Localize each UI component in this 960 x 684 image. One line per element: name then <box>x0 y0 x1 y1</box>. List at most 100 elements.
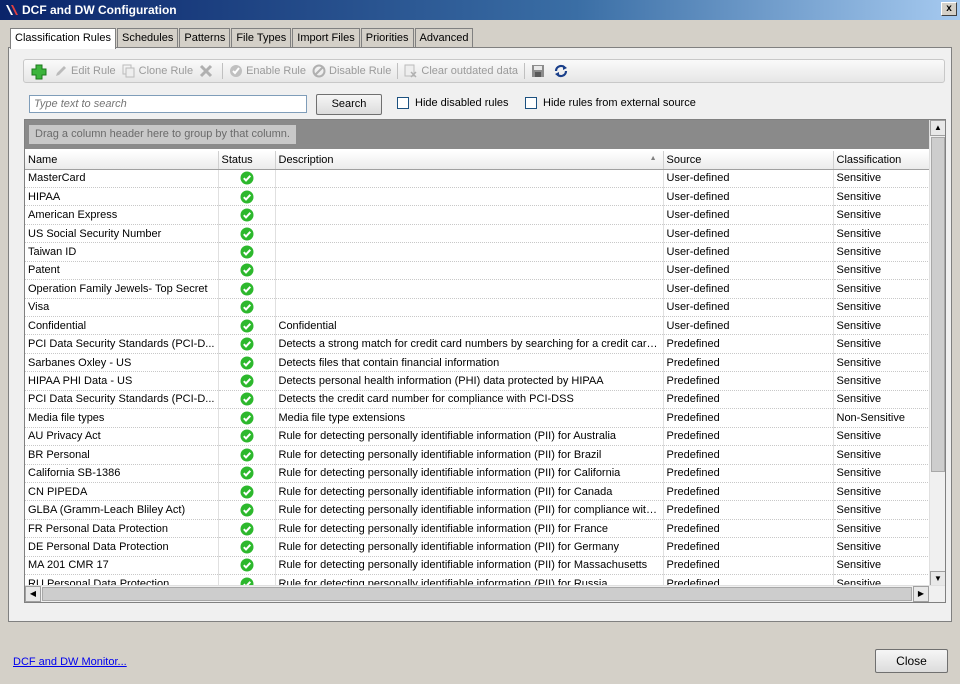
enabled-check-icon <box>240 190 254 204</box>
pencil-icon <box>54 64 68 78</box>
table-row[interactable]: BR Personal Rule for detecting personally… <box>25 445 931 465</box>
table-row[interactable]: DE Personal Data Protection Rule for dete… <box>25 537 931 557</box>
table-row[interactable]: GLBA (Gramm-Leach Bliley Act) Rule for de… <box>25 500 931 520</box>
table-row[interactable]: US Social Security Number User-defined Sen… <box>25 224 931 244</box>
table-row[interactable]: PCI Data Security Standards (PCI-D... Det… <box>25 390 931 410</box>
rule-name-cell: Patent <box>25 261 219 281</box>
rule-status-cell <box>218 279 276 299</box>
disable-rule-button[interactable]: Disable Rule <box>309 61 394 81</box>
rule-source-cell: Predefined <box>663 371 834 391</box>
table-row[interactable]: American Express User-defined Sensitive <box>25 205 931 225</box>
rule-classification-cell: Sensitive <box>833 445 931 465</box>
tab-advanced[interactable]: Advanced <box>414 28 474 48</box>
refresh-button[interactable] <box>551 61 574 81</box>
enabled-check-icon <box>240 540 254 554</box>
hide-disabled-rules-checkbox[interactable]: Hide disabled rules <box>397 97 509 109</box>
rule-classification-cell: Sensitive <box>833 298 931 318</box>
table-row[interactable]: Taiwan ID User-defined Sensitive <box>25 242 931 262</box>
rule-source-cell: Predefined <box>663 482 834 502</box>
tab-import-files[interactable]: Import Files <box>292 28 360 48</box>
table-row[interactable]: PCI Data Security Standards (PCI-D... Det… <box>25 334 931 354</box>
scroll-left-icon[interactable]: ◀ <box>25 586 41 602</box>
clone-rule-button[interactable]: Clone Rule <box>119 61 196 81</box>
tab-classification-rules[interactable]: Classification Rules <box>10 28 116 49</box>
rule-classification-cell: Sensitive <box>833 279 931 299</box>
table-row[interactable]: Visa User-defined Sensitive <box>25 298 931 318</box>
delete-rule-button[interactable] <box>196 61 219 81</box>
enabled-check-icon <box>240 356 254 370</box>
clear-outdated-data-button[interactable]: Clear outdated data <box>401 61 521 81</box>
table-row[interactable]: Operation Family Jewels- Top Secret User-… <box>25 279 931 299</box>
rule-description-cell: Media file type extensions <box>275 408 664 428</box>
group-by-area[interactable]: Drag a column header here to group by th… <box>25 120 930 149</box>
clear-data-icon <box>404 64 418 78</box>
rule-classification-cell: Sensitive <box>833 334 931 354</box>
clone-rule-label: Clone Rule <box>138 65 194 77</box>
rule-classification-cell: Sensitive <box>833 224 931 244</box>
table-row[interactable]: MA 201 CMR 17 Rule for detecting personal… <box>25 556 931 576</box>
table-row[interactable]: Confidential Confidential User-defined Sens… <box>25 316 931 336</box>
rule-description-cell <box>275 242 664 262</box>
rule-status-cell <box>218 445 276 465</box>
horizontal-scroll-thumb[interactable] <box>42 587 912 601</box>
vertical-scroll-thumb[interactable] <box>931 137 945 472</box>
table-row[interactable]: HIPAA User-defined Sensitive <box>25 187 931 207</box>
table-row[interactable]: Media file types Media file type extensio… <box>25 408 931 428</box>
column-header-description[interactable]: Description ▲ <box>275 151 664 170</box>
save-button[interactable] <box>528 61 551 81</box>
tab-strip: Classification Rules Schedules Patterns Fil… <box>10 28 474 49</box>
rule-name-cell: Confidential <box>25 316 219 336</box>
tab-file-types[interactable]: File Types <box>231 28 292 48</box>
hide-external-rules-checkbox[interactable]: Hide rules from external source <box>525 97 696 109</box>
table-row[interactable]: MasterCard User-defined Sensitive <box>25 169 931 188</box>
rule-source-cell: Predefined <box>663 464 834 483</box>
table-row[interactable]: Sarbanes Oxley - US Detects files that co… <box>25 353 931 373</box>
edit-rule-label: Edit Rule <box>71 65 116 77</box>
rule-status-cell <box>218 298 276 318</box>
dcf-dw-monitor-link[interactable]: DCF and DW Monitor... <box>13 656 127 668</box>
horizontal-scrollbar[interactable]: ◀ ▶ <box>25 585 945 602</box>
rule-name-cell: BR Personal <box>25 445 219 465</box>
scroll-up-icon[interactable]: ▲ <box>930 120 945 136</box>
rule-source-cell: User-defined <box>663 279 834 299</box>
table-row[interactable]: FR Personal Data Protection Rule for dete… <box>25 519 931 539</box>
column-header-status[interactable]: Status <box>218 151 276 170</box>
tab-patterns[interactable]: Patterns <box>179 28 231 48</box>
rule-source-cell: Predefined <box>663 556 834 576</box>
rule-source-cell: Predefined <box>663 353 834 373</box>
rule-classification-cell: Sensitive <box>833 353 931 373</box>
search-input[interactable] <box>29 95 307 113</box>
rule-name-cell: Taiwan ID <box>25 242 219 262</box>
rule-source-cell: User-defined <box>663 187 834 207</box>
table-row[interactable]: AU Privacy Act Rule for detecting persona… <box>25 427 931 447</box>
table-row[interactable]: CN PIPEDA Rule for detecting personally i… <box>25 482 931 502</box>
rule-description-cell: Rule for detecting personally identifiab… <box>275 427 664 447</box>
rule-classification-cell: Sensitive <box>833 205 931 225</box>
table-row[interactable]: Patent User-defined Sensitive <box>25 261 931 281</box>
column-header-name[interactable]: Name <box>25 151 219 170</box>
rule-name-cell: HIPAA PHI Data - US <box>25 371 219 391</box>
close-button[interactable]: Close <box>875 649 948 673</box>
rule-source-cell: Predefined <box>663 334 834 354</box>
enabled-check-icon <box>240 245 254 259</box>
search-button[interactable]: Search <box>316 94 382 115</box>
rules-table: Name Status Description ▲ Source Classifi… <box>25 151 931 594</box>
column-header-source[interactable]: Source <box>663 151 834 170</box>
vertical-scrollbar[interactable]: ▲ ▼ <box>929 120 945 587</box>
enabled-check-icon <box>240 227 254 241</box>
add-rule-button[interactable] <box>28 61 51 81</box>
enabled-check-icon <box>240 282 254 296</box>
column-header-classification[interactable]: Classification <box>833 151 931 170</box>
tab-schedules[interactable]: Schedules <box>116 28 179 48</box>
rule-classification-cell: Sensitive <box>833 537 931 557</box>
rule-status-cell <box>218 556 276 576</box>
tab-priorities[interactable]: Priorities <box>360 28 414 48</box>
window-close-button[interactable]: x <box>941 2 957 16</box>
edit-rule-button[interactable]: Edit Rule <box>51 61 119 81</box>
enabled-check-icon <box>240 485 254 499</box>
scroll-right-icon[interactable]: ▶ <box>913 586 929 602</box>
table-row[interactable]: California SB-1386 Rule for detecting per… <box>25 464 931 483</box>
table-row[interactable]: HIPAA PHI Data - US Detects personal heal… <box>25 371 931 391</box>
rule-status-cell <box>218 261 276 281</box>
enable-rule-button[interactable]: Enable Rule <box>226 61 309 81</box>
